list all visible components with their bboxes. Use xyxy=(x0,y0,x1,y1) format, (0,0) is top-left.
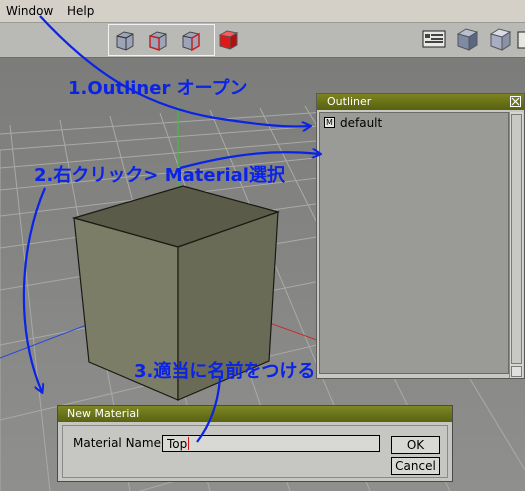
annotation-step3: 3.適当に名前をつける xyxy=(134,361,316,382)
annotation-step2: 2.右クリック> Material選択 xyxy=(34,165,285,186)
arrow-2 xyxy=(22,187,47,392)
annotation-step1: 1.Outliner オープン xyxy=(68,78,248,99)
arrow-1 xyxy=(39,15,310,127)
arrow-3 xyxy=(196,377,222,443)
